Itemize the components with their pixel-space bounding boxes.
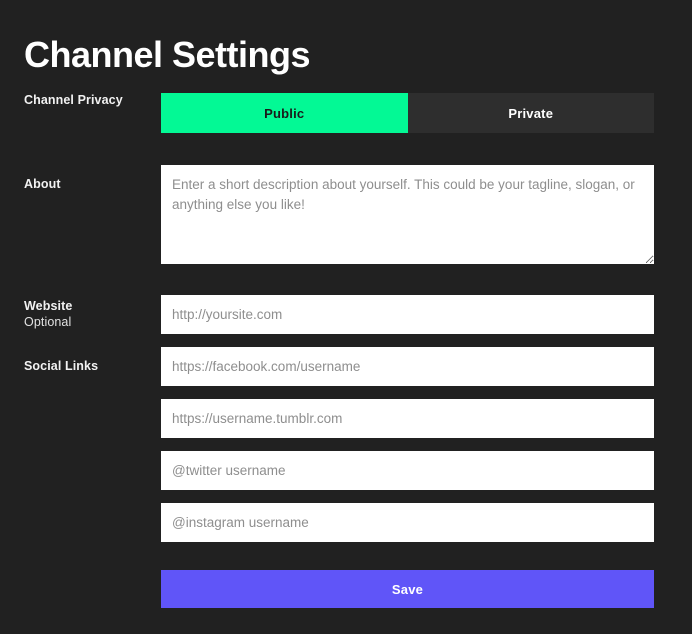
about-textarea[interactable] [161, 165, 654, 264]
website-input[interactable] [161, 295, 654, 334]
channel-settings-page: Channel Settings Channel Privacy Public … [0, 0, 692, 634]
channel-privacy-toggle-group: Public Private [161, 93, 654, 133]
about-label: About [24, 177, 61, 191]
about-row: About [0, 165, 692, 265]
channel-privacy-label: Channel Privacy [24, 93, 123, 107]
social-input-twitter[interactable] [161, 451, 654, 490]
save-button[interactable]: Save [161, 570, 654, 608]
save-row: Save [0, 570, 692, 608]
page-title: Channel Settings [24, 34, 311, 76]
social-input-facebook[interactable] [161, 347, 654, 386]
website-sublabel: Optional [24, 315, 72, 329]
social-links-label: Social Links [24, 359, 99, 373]
social-input-tumblr[interactable] [161, 399, 654, 438]
privacy-option-private[interactable]: Private [407, 93, 654, 133]
website-row: Website Optional [0, 295, 692, 334]
website-label: Website Optional [24, 299, 154, 330]
website-label-text: Website [24, 299, 73, 313]
channel-privacy-row: Channel Privacy Public Private [0, 93, 692, 133]
social-input-instagram[interactable] [161, 503, 654, 542]
privacy-option-public[interactable]: Public [161, 93, 408, 133]
